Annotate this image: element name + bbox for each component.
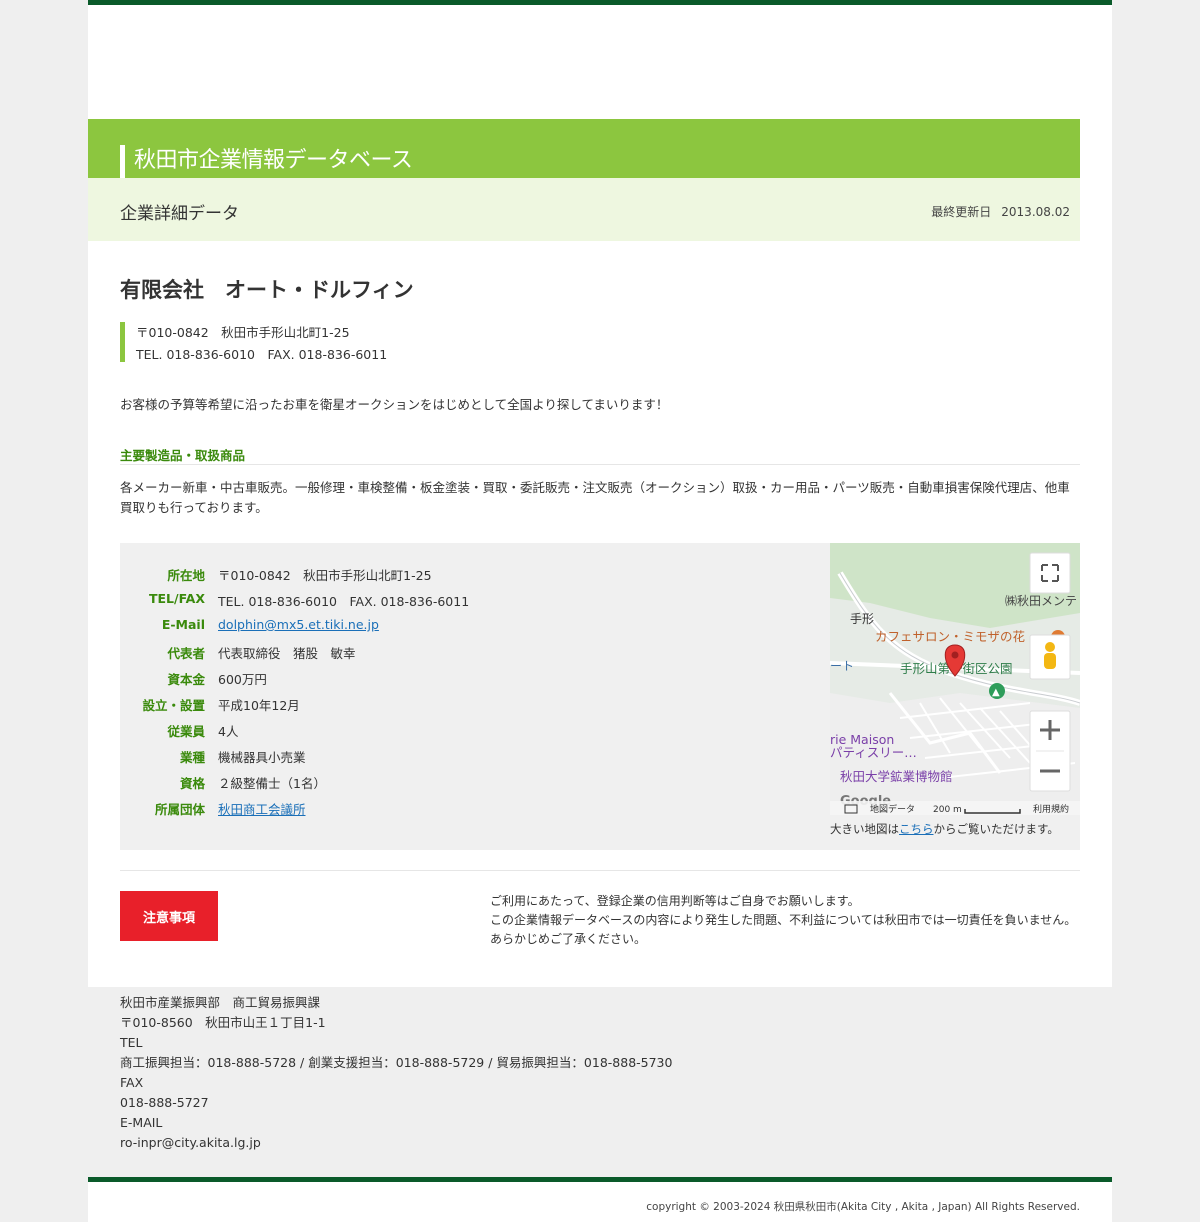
footer: 秋田市産業振興部 商工貿易振興課 〒010-8560 秋田市山王１丁目1-1 T… [88,987,1112,1177]
map-scale-label: 200 m [933,805,962,815]
caution-button[interactable]: 注意事項 [120,891,218,941]
detail-key: 代表者 [167,646,205,661]
detail-key: 設立・設置 [142,698,205,713]
banner-accent-bar [120,145,125,178]
map-label-route: ート [830,659,854,673]
page-container: 秋田市企業情報データベース 企業詳細データ 最終更新日 2013.08.02 有限… [88,0,1112,1222]
section-header: 企業詳細データ 最終更新日 2013.08.02 [88,178,1080,241]
footer-fax-label: FAX [120,1075,144,1090]
detail-value: 代表取締役 猪股 敏幸 [218,646,356,661]
detail-value: 平成10年12月 [218,698,300,713]
last-updated: 最終更新日 2013.08.02 [931,203,1070,220]
caution-text: ご利用にあたって、登録企業の信用判断等はご自身でお願いします。 この企業情報デー… [490,892,1076,949]
divider [120,870,1080,871]
detail-key: 所在地 [167,568,205,583]
fullscreen-button[interactable] [1029,552,1071,594]
detail-key: E-Mail [161,617,205,632]
detail-key: 業種 [179,750,205,765]
detail-value: ２級整備士（1名） [218,776,326,791]
large-map-link[interactable]: こちら [899,822,934,836]
company-contact-box: 〒010-0842 秋田市手形山北町1-25 TEL. 018-836-6010… [120,322,387,362]
footer-email-label: E-MAIL [120,1115,163,1130]
footer-contact: 秋田市産業振興部 商工貿易振興課 〒010-8560 秋田市山王１丁目1-1 T… [120,993,672,1153]
embedded-map[interactable]: 手形 ㈱秋田メンテ カフェサロン・ミモザの花 ート 手形山第一街区公園 ▲ ri… [830,543,1080,815]
details-panel: 所在地 〒010-0842 秋田市手形山北町1-25 TEL/FAX TEL. … [120,543,1080,850]
map-note-suffix: からご覧いただけます。 [933,822,1059,836]
map-label-patisserie: パティスリー… [830,745,917,760]
products-heading: 主要製造品・取扱商品 [120,445,1080,465]
updated-date: 2013.08.02 [1001,205,1070,219]
pegman-icon [1045,642,1055,652]
site-title[interactable]: 秋田市企業情報データベース [134,142,413,174]
footer-address: 〒010-8560 秋田市山王１丁目1-1 [120,1015,326,1030]
updated-label: 最終更新日 [931,205,992,219]
map-note: 大きい地図はこちらからご覧いただけます。 [830,821,1059,837]
map-label-tegata: 手形 [850,612,874,626]
detail-value: 〒010-0842 秋田市手形山北町1-25 [218,568,432,583]
site-banner: 秋田市企業情報データベース [88,119,1080,178]
map-terms-link[interactable]: 利用規約 [1033,803,1069,815]
section-label: 企業詳細データ [120,204,239,224]
footer-dept: 秋田市産業振興部 商工貿易振興課 [120,995,321,1010]
copyright: copyright © 2003-2024 秋田県秋田市(Akita City … [646,1201,1080,1213]
map-note-prefix: 大きい地図は [830,822,899,836]
caution-line: この企業情報データベースの内容により発生した問題、不利益については秋田市では一切… [490,913,1077,927]
map-label-museum: 秋田大学鉱業博物館 [840,769,953,784]
map-label-cafe: カフェサロン・ミモザの花 [875,629,1025,644]
map-data-label: 地図データ [870,803,915,815]
detail-key: 資本金 [167,672,205,687]
organization-link[interactable]: 秋田商工会議所 [218,802,306,817]
footer-bar [88,1177,1112,1182]
company-tel-fax: TEL. 018-836-6010 FAX. 018-836-6011 [136,347,388,362]
company-address: 〒010-0842 秋田市手形山北町1-25 [136,325,350,340]
svg-text:▲: ▲ [992,687,1000,698]
map-canvas[interactable]: 手形 ㈱秋田メンテ カフェサロン・ミモザの花 ート 手形山第一街区公園 ▲ ri… [830,543,1080,815]
map-label-akita-men: ㈱秋田メンテ [1005,594,1077,608]
footer-tel-numbers: 商工振興担当：018-888-5728 / 創業支援担当：018-888-572… [120,1055,673,1070]
products-text: 各メーカー新車・中古車販売。一般修理・車検整備・板金塗装・買取・委託販売・注文販… [120,480,1070,515]
email-link[interactable]: dolphin@mx5.et.tiki.ne.jp [218,617,379,632]
detail-value: 600万円 [218,672,267,687]
caution-line: あらかじめご了承ください。 [490,932,647,946]
footer-fax-number: 018-888-5727 [120,1095,209,1110]
detail-value: 4人 [218,724,239,739]
detail-value: TEL. 018-836-6010 FAX. 018-836-6011 [218,594,470,609]
detail-key: 資格 [179,776,205,791]
footer-tel-label: TEL [120,1035,143,1050]
caution-line: ご利用にあたって、登録企業の信用判断等はご自身でお願いします。 [490,894,860,908]
detail-key: 所属団体 [154,802,205,817]
company-description: お客様の予算等希望に沿ったお車を衛星オークションをはじめとして全国より探してまい… [120,397,669,412]
detail-value: 機械器具小売業 [218,750,306,765]
detail-key: TEL/FAX [148,591,205,606]
footer-email[interactable]: ro-inpr@city.akita.lg.jp [120,1133,672,1153]
detail-key: 従業員 [167,724,205,739]
company-name: 有限会社 オート・ドルフィン [120,278,414,302]
